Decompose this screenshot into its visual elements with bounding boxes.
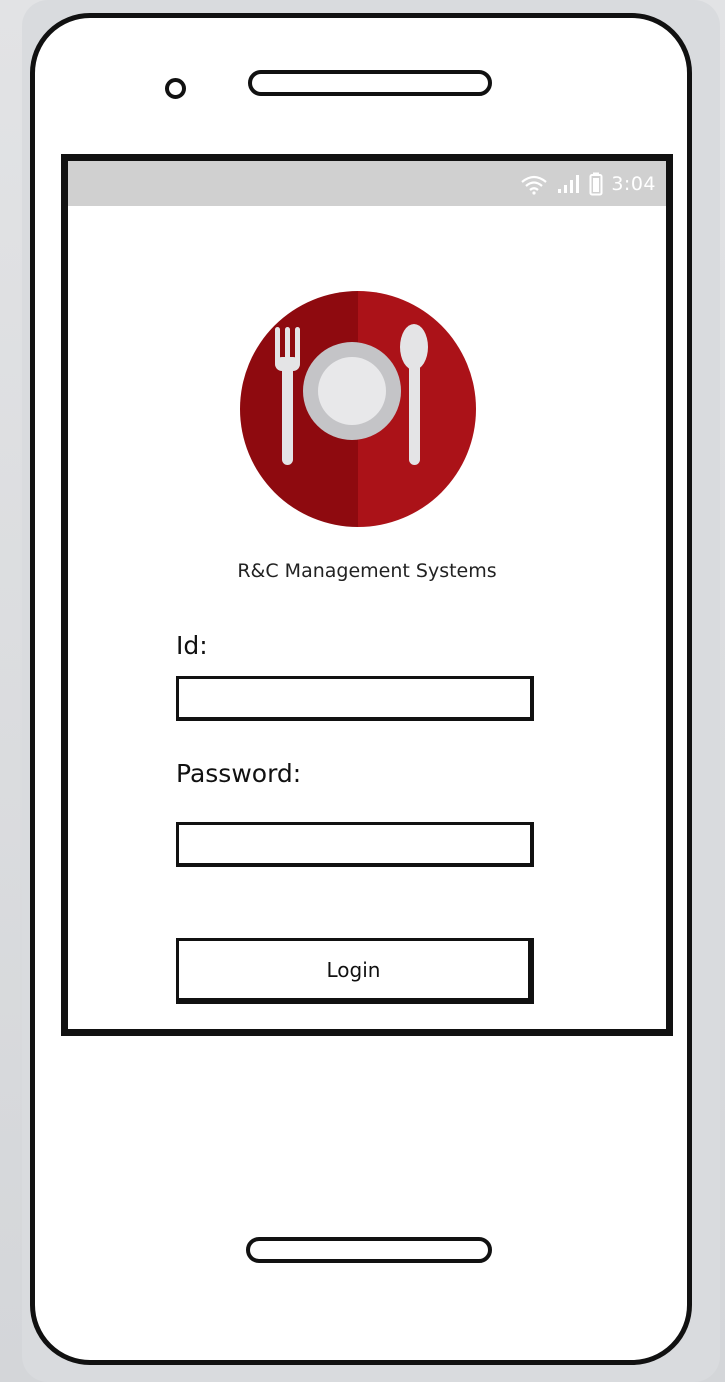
app-title: R&C Management Systems <box>237 560 497 582</box>
id-input[interactable] <box>176 676 534 721</box>
status-bar: 3:04 <box>68 161 666 206</box>
id-label: Id: <box>176 631 208 660</box>
phone-screen: 3:04 R&C Management Systems Id: Password… <box>61 154 673 1036</box>
restaurant-plate-cutlery-icon <box>240 291 476 527</box>
login-button[interactable]: Login <box>176 938 534 1004</box>
earpiece-speaker <box>248 70 492 96</box>
password-label: Password: <box>176 759 302 788</box>
wifi-icon <box>521 175 548 195</box>
status-time: 3:04 <box>611 172 656 195</box>
battery-icon <box>589 172 603 195</box>
front-camera <box>165 78 186 99</box>
signal-icon <box>558 174 580 193</box>
home-button[interactable] <box>246 1237 492 1263</box>
password-input[interactable] <box>176 822 534 867</box>
